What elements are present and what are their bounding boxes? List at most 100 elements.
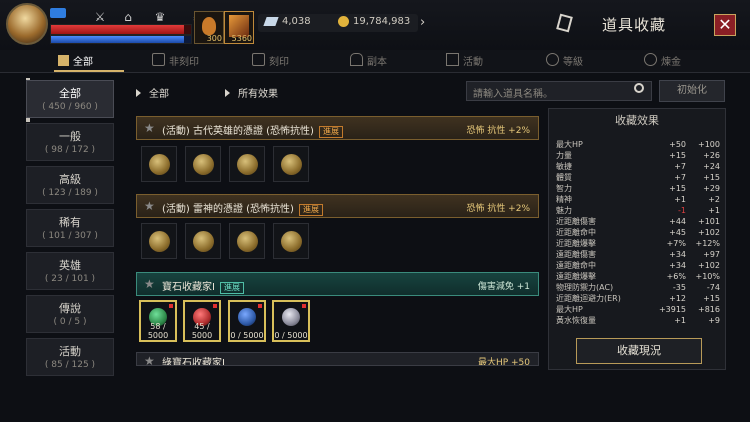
collection-header[interactable]: ★ 寶石收藏家I 進展 傷害減免 +1: [136, 272, 539, 296]
category-name: 傳說: [59, 302, 81, 315]
collection-effect: 最大HP +50: [477, 358, 530, 366]
category-name: 一般: [59, 130, 81, 143]
stat-value-total: -74: [706, 283, 720, 292]
stat-value-current: +15: [669, 184, 686, 193]
category-filter-dropdown[interactable]: 全部: [136, 85, 169, 100]
close-button[interactable]: ✕: [714, 14, 736, 36]
hp-bar-fill: [51, 25, 184, 34]
new-dot-icon: [213, 304, 217, 308]
favorite-star-icon[interactable]: ★: [144, 277, 155, 291]
collection-status-button[interactable]: 收藏現況: [576, 338, 702, 364]
collection-header[interactable]: ★ (活動) 雷神的憑證 (恐怖抗性) 進展 恐怖 抗性 +2%: [136, 194, 539, 218]
stat-label: 物理防禦力(AC): [556, 283, 614, 292]
item-slot[interactable]: [229, 146, 265, 182]
category-count: ( 101 / 307 ): [42, 231, 98, 241]
item-slot[interactable]: [185, 223, 221, 259]
tab-alchemy[interactable]: 煉金: [644, 53, 681, 69]
category-normal[interactable]: 一般 ( 98 / 172 ): [26, 123, 114, 161]
tab-label: 全部: [73, 57, 93, 68]
stat-value-current: -35: [672, 283, 686, 292]
tab-label: 煉金: [661, 57, 681, 68]
item-slot[interactable]: [273, 146, 309, 182]
sword-icon[interactable]: ⚔: [92, 10, 108, 24]
gem-slot[interactable]: 58 / 5000: [139, 300, 177, 342]
skill-slot-count: 5360: [231, 34, 252, 43]
category-hero[interactable]: 英雄 ( 23 / 101 ): [26, 252, 114, 290]
collection-effect: 恐怖 抗性 +2%: [466, 204, 530, 214]
stat-value-current: +44: [669, 217, 686, 226]
gem-slot[interactable]: 0 / 5000: [228, 300, 266, 342]
mp-bar-fill: [51, 36, 184, 43]
coin-icon: [237, 231, 258, 252]
category-advanced[interactable]: 高級 ( 123 / 189 ): [26, 166, 114, 204]
potion-slot-count: 300: [206, 34, 222, 43]
favorite-star-icon[interactable]: ★: [144, 354, 155, 365]
item-slot[interactable]: [185, 146, 221, 182]
stat-row: 體質 +7 +15: [556, 172, 724, 183]
item-slot[interactable]: [273, 223, 309, 259]
gem-count: 45 / 5000: [191, 322, 213, 340]
item-slot[interactable]: [141, 146, 177, 182]
category-event[interactable]: 活動 ( 85 / 125 ): [26, 338, 114, 376]
category-legend[interactable]: 傳說 ( 0 / 5 ): [26, 295, 114, 333]
collection-header[interactable]: ★ (活動) 古代英雄的憑證 (恐怖抗性) 進展 恐怖 抗性 +2%: [136, 116, 539, 140]
category-count: ( 85 / 125 ): [44, 360, 96, 370]
hp-bar: [50, 24, 192, 35]
category-count: ( 123 / 189 ): [42, 188, 98, 198]
home-icon[interactable]: ⌂: [120, 10, 136, 24]
stat-label: 敏捷: [556, 162, 572, 171]
trophy-icon[interactable]: ♛: [152, 10, 168, 24]
stat-row: 近距離傷害 +44 +101: [556, 216, 724, 227]
skill-slot[interactable]: 5360: [224, 11, 254, 44]
gem-slot[interactable]: 0 / 5000: [272, 300, 310, 342]
gem-count: 0 / 5000: [274, 331, 308, 340]
item-slot[interactable]: [229, 223, 265, 259]
character-avatar[interactable]: [6, 3, 48, 45]
search-icon[interactable]: [634, 83, 644, 93]
gold-coin-icon: [338, 16, 349, 27]
effect-filter-dropdown[interactable]: 所有效果: [225, 85, 278, 100]
diamond-icon: [282, 308, 300, 326]
coin-icon: [149, 231, 170, 252]
stat-value-total: +97: [703, 250, 720, 259]
shield-icon: [152, 53, 165, 66]
gem-slot[interactable]: 45 / 5000: [183, 300, 221, 342]
reset-button[interactable]: 初始化: [659, 80, 725, 102]
engrave-icon: [252, 53, 265, 66]
tab-event[interactable]: 活動: [446, 53, 483, 69]
stat-value-current: +1: [674, 316, 686, 325]
tab-non-engraved[interactable]: 非刻印: [152, 53, 199, 69]
collection-header[interactable]: ★ 綠寶石收藏家I 最大HP +50: [136, 352, 539, 366]
item-slot[interactable]: [141, 223, 177, 259]
stat-value-total: +102: [698, 261, 720, 270]
tag-icon: [58, 55, 69, 66]
stat-label: 遠距離命中: [556, 261, 596, 270]
gold-amount: 19,784,983: [353, 16, 411, 27]
stat-value-total: +101: [698, 217, 720, 226]
tab-level[interactable]: 等級: [546, 53, 583, 69]
tab-all[interactable]: 全部: [58, 53, 93, 69]
tab-engraved[interactable]: 刻印: [252, 53, 289, 69]
currency-expand-icon[interactable]: ›: [420, 15, 425, 30]
stat-row: 敏捷 +7 +24: [556, 161, 724, 172]
favorite-star-icon[interactable]: ★: [144, 121, 155, 135]
stat-value-total: +100: [698, 140, 720, 149]
category-name: 全部: [59, 87, 81, 100]
potion-slot[interactable]: 300: [194, 11, 224, 44]
category-rare[interactable]: 稀有 ( 101 / 307 ): [26, 209, 114, 247]
chat-icon[interactable]: [50, 8, 66, 18]
search-input[interactable]: 請輸入道具名稱。: [466, 81, 652, 101]
stat-label: 近距離傷害: [556, 217, 596, 226]
gem-count: 58 / 5000: [147, 322, 169, 340]
tab-label: 非刻印: [169, 57, 199, 68]
new-dot-icon: [258, 304, 262, 308]
stat-value-current: +45: [669, 228, 686, 237]
stat-row: 最大HP +3915 +816: [556, 304, 724, 315]
stat-row: 黃水恢復量 +1 +9: [556, 315, 724, 326]
category-all[interactable]: 全部 ( 450 / 960 ): [26, 80, 114, 118]
stat-value-total: +2: [708, 195, 720, 204]
category-filter-value: 全部: [149, 89, 169, 100]
favorite-star-icon[interactable]: ★: [144, 199, 155, 213]
tab-dungeon[interactable]: 副本: [350, 53, 387, 69]
stat-value-current: -1: [678, 206, 686, 215]
